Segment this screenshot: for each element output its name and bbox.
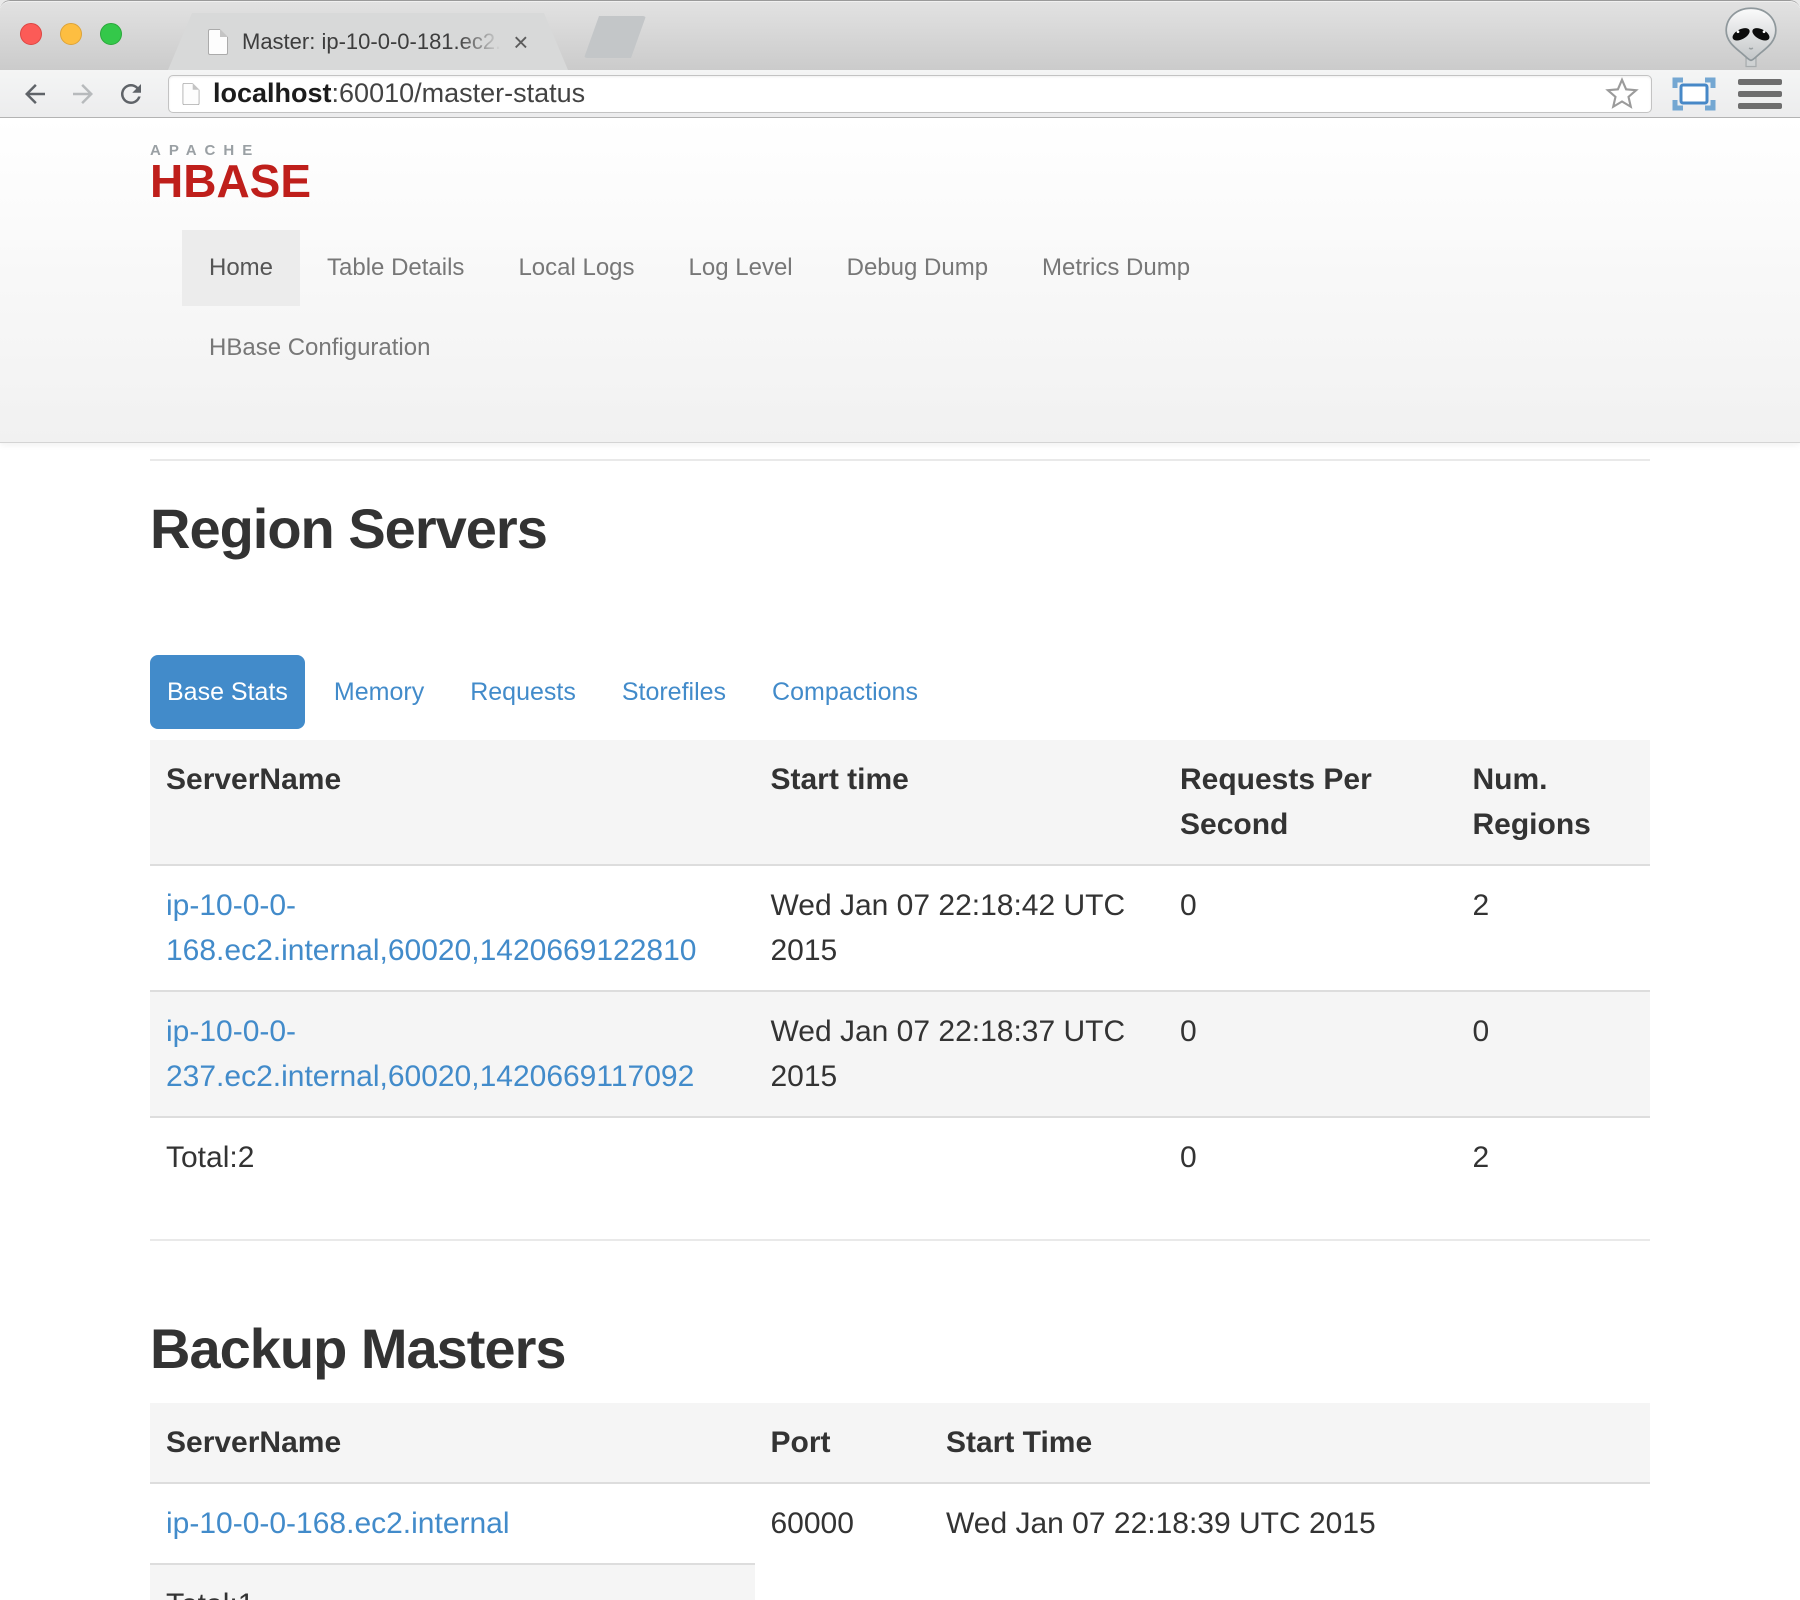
logo-hbase-text: HBASE: [150, 160, 311, 204]
window-zoom-button[interactable]: [100, 23, 122, 45]
nav-item-home[interactable]: Home: [182, 230, 300, 306]
nav-item-table-details-label[interactable]: Table Details: [300, 230, 491, 306]
regions-cell: 2: [1457, 865, 1651, 991]
rps-cell: 0: [1164, 991, 1457, 1117]
menu-bar-icon: [1738, 79, 1782, 85]
server-link[interactable]: ip-10-0-0-168.ec2.internal: [166, 1507, 510, 1540]
nav-item-debug-dump-label[interactable]: Debug Dump: [820, 230, 1015, 306]
main-nav-row2: HBase Configuration: [182, 310, 1800, 386]
nav-item-metrics-dump-label[interactable]: Metrics Dump: [1015, 230, 1217, 306]
col-start-time: Start time: [755, 740, 1165, 865]
table-row: ip-10-0-0-168.ec2.internal 60000 Wed Jan…: [150, 1483, 1650, 1564]
tab-requests[interactable]: Requests: [453, 655, 593, 729]
col-servername: ServerName: [150, 740, 755, 865]
port-cell: 60000: [755, 1483, 931, 1564]
col-port: Port: [755, 1403, 931, 1483]
table-total-row: Total:1: [150, 1564, 1650, 1600]
total-label-cell: Total:2: [150, 1117, 755, 1197]
nav-item-hbase-configuration[interactable]: HBase Configuration: [182, 310, 457, 386]
forward-button[interactable]: [66, 77, 100, 111]
new-tab-button[interactable]: [584, 16, 646, 58]
nav-item-metrics-dump[interactable]: Metrics Dump: [1015, 230, 1217, 306]
main-nav: Home Table Details Local Logs Log Level …: [182, 230, 1800, 306]
region-servers-table: ServerName Start time Requests Per Secon…: [150, 740, 1650, 1197]
table-row: ip-10-0-0-168.ec2.internal,60020,1420669…: [150, 865, 1650, 991]
table-header-row: ServerName Port Start Time: [150, 1403, 1650, 1483]
tab-memory[interactable]: Memory: [317, 655, 441, 729]
col-num-regions: Num. Regions: [1457, 740, 1651, 865]
tab-compactions[interactable]: Compactions: [755, 655, 935, 729]
region-servers-title: Region Servers: [150, 499, 1650, 559]
nav-item-local-logs[interactable]: Local Logs: [491, 230, 661, 306]
url-text: localhost:60010/master-status: [213, 78, 585, 109]
tab-close-icon[interactable]: ×: [513, 29, 528, 55]
backup-masters-table: ServerName Port Start Time ip-10-0-0-168…: [150, 1403, 1650, 1600]
url-path: :60010/master-status: [332, 78, 586, 108]
col-start-time: Start Time: [930, 1403, 1650, 1483]
presentation-mode-icon[interactable]: [1672, 77, 1716, 111]
table-row: ip-10-0-0-237.ec2.internal,60020,1420669…: [150, 991, 1650, 1117]
server-name-cell: ip-10-0-0-168.ec2.internal,60020,1420669…: [150, 865, 755, 991]
server-name-cell: ip-10-0-0-237.ec2.internal,60020,1420669…: [150, 991, 755, 1117]
chrome-menu-button[interactable]: [1738, 79, 1782, 109]
server-link[interactable]: ip-10-0-0-168.ec2.internal,60020,1420669…: [166, 889, 696, 967]
server-link[interactable]: ip-10-0-0-237.ec2.internal,60020,1420669…: [166, 1015, 694, 1093]
total-label-cell: Total:1: [150, 1564, 755, 1600]
regions-cell: 0: [1457, 991, 1651, 1117]
browser-tab[interactable]: Master: ip-10-0-0-181.ec2. ×: [168, 13, 568, 70]
tab-storefiles-label[interactable]: Storefiles: [605, 655, 743, 729]
section-divider: [150, 459, 1650, 461]
empty-cell: [755, 1117, 1165, 1197]
tab-memory-label[interactable]: Memory: [317, 655, 441, 729]
nav-item-log-level[interactable]: Log Level: [662, 230, 820, 306]
tab-base-stats-label[interactable]: Base Stats: [150, 655, 305, 729]
col-servername: ServerName: [150, 1403, 755, 1483]
backup-masters-title: Backup Masters: [150, 1319, 1650, 1379]
url-host: localhost: [213, 78, 332, 108]
total-regions-cell: 2: [1457, 1117, 1651, 1197]
nav-item-home-label[interactable]: Home: [182, 230, 300, 306]
browser-toolbar: localhost:60010/master-status: [0, 70, 1800, 118]
page-favicon-icon: [208, 29, 228, 55]
start-time-cell: Wed Jan 07 22:18:37 UTC 2015: [755, 991, 1165, 1117]
table-total-row: Total:2 0 2: [150, 1117, 1650, 1197]
tab-storefiles[interactable]: Storefiles: [605, 655, 743, 729]
nav-item-hbase-configuration-label[interactable]: HBase Configuration: [182, 310, 457, 386]
window-close-button[interactable]: [20, 23, 42, 45]
tab-title: Master: ip-10-0-0-181.ec2.: [242, 29, 501, 55]
nav-item-table-details[interactable]: Table Details: [300, 230, 491, 306]
browser-window: Master: ip-10-0-0-181.ec2. ×: [0, 0, 1800, 1600]
nav-item-log-level-label[interactable]: Log Level: [662, 230, 820, 306]
nav-item-local-logs-label[interactable]: Local Logs: [491, 230, 661, 306]
back-arrow-icon: [20, 79, 50, 109]
hbase-navbar: APACHE HBASE Home Table Details Local Lo…: [0, 118, 1800, 443]
window-minimize-button[interactable]: [60, 23, 82, 45]
server-name-cell: ip-10-0-0-168.ec2.internal: [150, 1483, 755, 1564]
tab-compactions-label[interactable]: Compactions: [755, 655, 935, 729]
menu-bar-icon: [1738, 103, 1782, 109]
start-time-cell: Wed Jan 07 22:18:39 UTC 2015: [930, 1483, 1650, 1564]
rps-cell: 0: [1164, 865, 1457, 991]
profile-avatar-alien-icon[interactable]: [1722, 7, 1780, 69]
back-button[interactable]: [18, 77, 52, 111]
section-divider: [150, 1239, 1650, 1241]
address-bar[interactable]: localhost:60010/master-status: [168, 75, 1652, 113]
forward-arrow-icon: [68, 79, 98, 109]
tab-requests-label[interactable]: Requests: [453, 655, 593, 729]
start-time-cell: Wed Jan 07 22:18:42 UTC 2015: [755, 865, 1165, 991]
reload-icon: [116, 79, 146, 109]
hbase-logo[interactable]: APACHE HBASE: [150, 118, 311, 204]
table-header-row: ServerName Start time Requests Per Secon…: [150, 740, 1650, 865]
bookmark-star-icon[interactable]: [1605, 77, 1639, 111]
reload-button[interactable]: [114, 77, 148, 111]
tab-strip: Master: ip-10-0-0-181.ec2. ×: [0, 0, 1800, 70]
page-content: Region Servers Base Stats Memory Request…: [150, 459, 1650, 1600]
url-page-icon: [183, 82, 200, 104]
col-requests-per-second: Requests Per Second: [1164, 740, 1457, 865]
tab-base-stats[interactable]: Base Stats: [150, 655, 305, 729]
nav-item-debug-dump[interactable]: Debug Dump: [820, 230, 1015, 306]
menu-bar-icon: [1738, 91, 1782, 97]
total-rps-cell: 0: [1164, 1117, 1457, 1197]
region-servers-tabs: Base Stats Memory Requests Storefiles Co…: [150, 655, 1650, 729]
